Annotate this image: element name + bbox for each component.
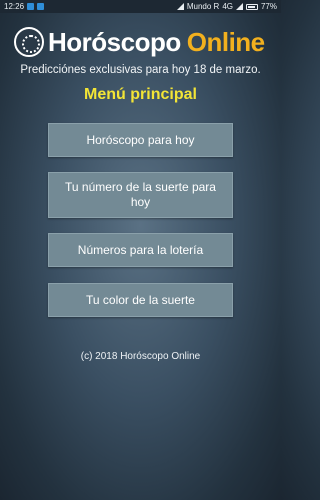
status-bar: 12:26 Mundo R 4G 77% <box>0 0 281 13</box>
lottery-numbers-button[interactable]: Números para la lotería <box>48 233 233 267</box>
notification-icon <box>27 3 35 10</box>
status-battery: 77% <box>260 2 277 11</box>
logo-accent-text: Online <box>186 26 265 57</box>
signal-icon <box>176 3 184 10</box>
lucky-number-button[interactable]: Tu número de la suerte para hoy <box>48 172 233 218</box>
signal-strength-icon <box>235 3 243 10</box>
app-notification-icon <box>37 3 45 10</box>
status-carrier: Mundo R <box>186 2 220 11</box>
status-right: Mundo R 4G 77% <box>176 2 277 11</box>
battery-icon <box>245 3 258 10</box>
status-time: 12:26 <box>4 2 25 11</box>
footer-copyright: (c) 2018 Horóscopo Online <box>80 351 201 362</box>
app-logo: Horóscopo Online <box>14 24 268 60</box>
lucky-color-button[interactable]: Tu color de la suerte <box>48 283 233 317</box>
zodiac-wheel-icon <box>14 27 44 57</box>
menu-title: Menú principal <box>84 86 197 103</box>
logo-main-text: Horóscopo <box>48 26 181 57</box>
status-left: 12:26 <box>4 2 45 11</box>
horoscope-today-button[interactable]: Horóscopo para hoy <box>48 123 233 157</box>
subtitle: Predicciónes exclusivas para hoy 18 de m… <box>20 64 261 76</box>
status-network: 4G <box>222 2 233 11</box>
